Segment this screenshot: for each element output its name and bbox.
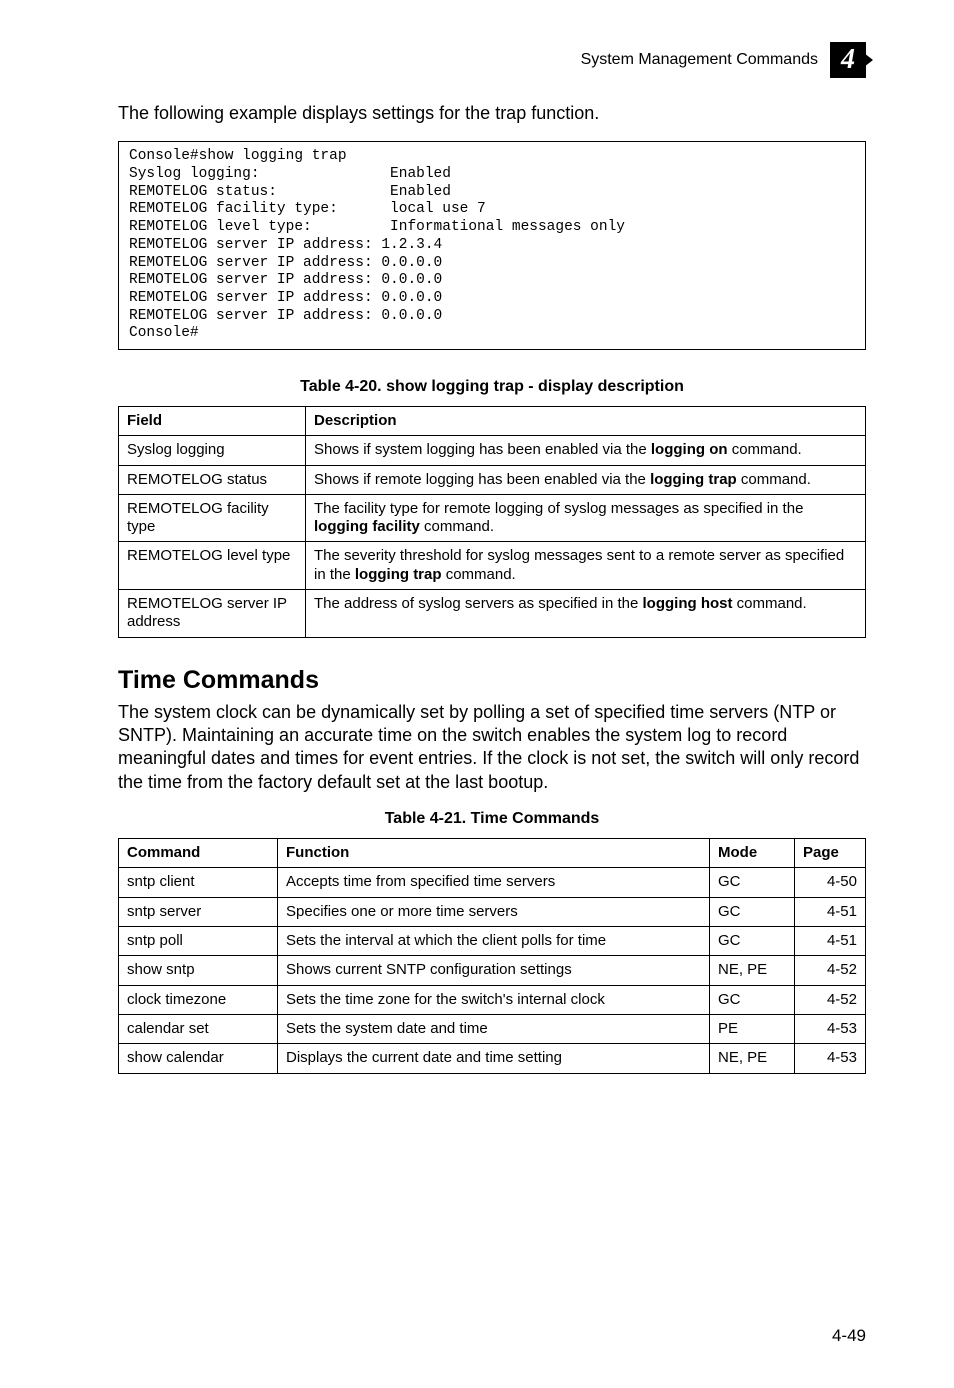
section-title: System Management Commands (581, 51, 818, 69)
field-cell: Syslog logging (119, 436, 306, 465)
table-header: Mode (710, 839, 795, 868)
function-cell: Shows current SNTP configuration setting… (278, 956, 710, 985)
page-number: 4-49 (832, 1326, 866, 1346)
table-header: Page (795, 839, 866, 868)
function-cell: Sets the interval at which the client po… (278, 927, 710, 956)
table-row: sntp clientAccepts time from specified t… (119, 868, 866, 897)
page-cell: 4-50 (795, 868, 866, 897)
mode-cell: PE (710, 1014, 795, 1043)
command-cell: show calendar (119, 1044, 278, 1073)
time-commands-paragraph: The system clock can be dynamically set … (118, 701, 866, 795)
table-row: REMOTELOG level typeThe severity thresho… (119, 542, 866, 590)
table-4-20: Field Description Syslog loggingShows if… (118, 406, 866, 638)
field-cell: REMOTELOG level type (119, 542, 306, 590)
page-cell: 4-53 (795, 1044, 866, 1073)
table-header: Description (306, 406, 866, 435)
command-cell: calendar set (119, 1014, 278, 1043)
table-header: Function (278, 839, 710, 868)
mode-cell: GC (710, 927, 795, 956)
function-cell: Sets the time zone for the switch's inte… (278, 985, 710, 1014)
table-4-21: Command Function Mode Page sntp clientAc… (118, 838, 866, 1073)
function-cell: Sets the system date and time (278, 1014, 710, 1043)
table-header: Field (119, 406, 306, 435)
table-4-20-caption: Table 4-20. show logging trap - display … (118, 378, 866, 396)
mode-cell: GC (710, 897, 795, 926)
description-cell: The facility type for remote logging of … (306, 494, 866, 542)
mode-cell: GC (710, 985, 795, 1014)
page-cell: 4-52 (795, 985, 866, 1014)
description-cell: The severity threshold for syslog messag… (306, 542, 866, 590)
console-output: Console#show logging trap Syslog logging… (118, 141, 866, 350)
table-4-21-caption: Table 4-21. Time Commands (118, 810, 866, 828)
command-cell: sntp client (119, 868, 278, 897)
table-row: show sntpShows current SNTP configuratio… (119, 956, 866, 985)
function-cell: Specifies one or more time servers (278, 897, 710, 926)
field-cell: REMOTELOG status (119, 465, 306, 494)
page-header: System Management Commands 4 (118, 42, 866, 78)
command-cell: sntp server (119, 897, 278, 926)
description-cell: Shows if system logging has been enabled… (306, 436, 866, 465)
table-row: calendar setSets the system date and tim… (119, 1014, 866, 1043)
field-cell: REMOTELOG facility type (119, 494, 306, 542)
command-cell: show sntp (119, 956, 278, 985)
table-header: Command (119, 839, 278, 868)
chapter-number-icon: 4 (830, 42, 866, 78)
command-cell: sntp poll (119, 927, 278, 956)
description-cell: Shows if remote logging has been enabled… (306, 465, 866, 494)
table-row: clock timezoneSets the time zone for the… (119, 985, 866, 1014)
page-cell: 4-51 (795, 897, 866, 926)
function-cell: Accepts time from specified time servers (278, 868, 710, 897)
function-cell: Displays the current date and time setti… (278, 1044, 710, 1073)
page-cell: 4-53 (795, 1014, 866, 1043)
table-row: show calendarDisplays the current date a… (119, 1044, 866, 1073)
intro-paragraph-1: The following example displays settings … (118, 102, 866, 125)
table-row: Syslog loggingShows if system logging ha… (119, 436, 866, 465)
page-cell: 4-51 (795, 927, 866, 956)
table-row: REMOTELOG server IP addressThe address o… (119, 590, 866, 638)
table-row: sntp pollSets the interval at which the … (119, 927, 866, 956)
table-row: REMOTELOG facility typeThe facility type… (119, 494, 866, 542)
description-cell: The address of syslog servers as specifi… (306, 590, 866, 638)
page-cell: 4-52 (795, 956, 866, 985)
table-row: sntp serverSpecifies one or more time se… (119, 897, 866, 926)
table-row: REMOTELOG statusShows if remote logging … (119, 465, 866, 494)
mode-cell: GC (710, 868, 795, 897)
field-cell: REMOTELOG server IP address (119, 590, 306, 638)
time-commands-heading: Time Commands (118, 666, 866, 695)
mode-cell: NE, PE (710, 956, 795, 985)
mode-cell: NE, PE (710, 1044, 795, 1073)
command-cell: clock timezone (119, 985, 278, 1014)
